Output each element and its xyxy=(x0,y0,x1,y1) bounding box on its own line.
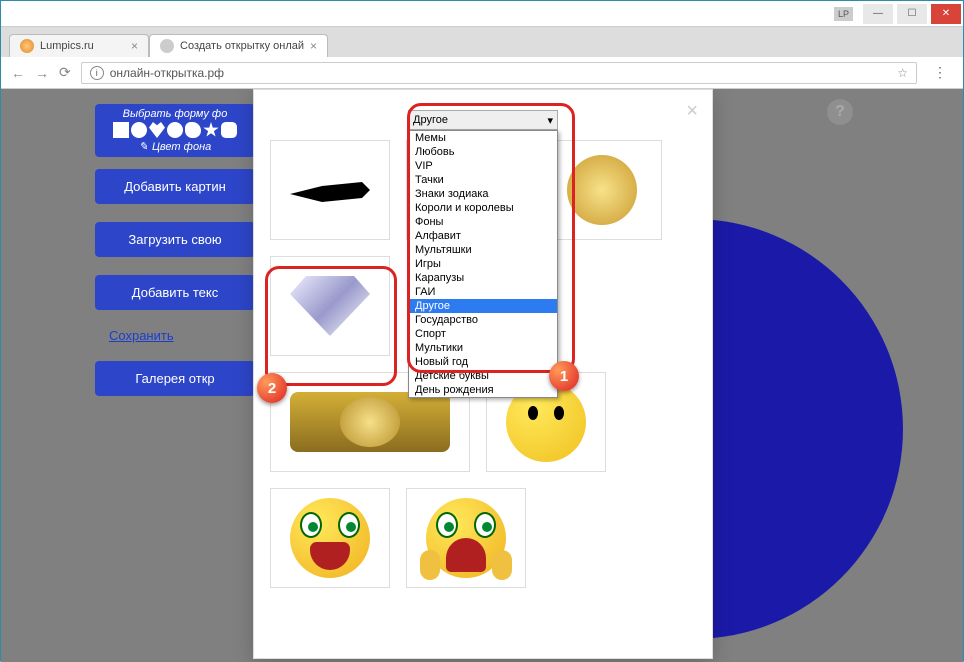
browser-window: LP — ☐ ✕ Lumpics.ru × Создать открытку о… xyxy=(0,0,964,661)
save-link[interactable]: Сохранить xyxy=(109,328,255,343)
image-option-emoji-scared[interactable] xyxy=(406,488,526,588)
page-content: ? Выбрать форму фо ✎ Цвет фона xyxy=(1,89,963,662)
gold-seal-icon xyxy=(567,155,637,225)
add-image-button[interactable]: Добавить картин xyxy=(95,169,255,204)
dropdown-option[interactable]: Государство xyxy=(409,313,557,327)
pencil-icon: ✎ xyxy=(139,140,148,153)
dropdown-option[interactable]: Алфавит xyxy=(409,229,557,243)
upload-own-button[interactable]: Загрузить свою xyxy=(95,222,255,257)
user-badge[interactable]: LP xyxy=(834,7,853,21)
window-titlebar: LP — ☐ ✕ xyxy=(1,1,963,27)
forward-button[interactable]: → xyxy=(35,65,49,81)
dropdown-option[interactable]: Мультики xyxy=(409,341,557,355)
shape-blob-icon[interactable] xyxy=(185,122,201,138)
annotation-badge-2: 2 xyxy=(257,373,287,403)
dropdown-option[interactable]: Новый год xyxy=(409,355,557,369)
browser-tab-postcard[interactable]: Создать открытку онлай × xyxy=(149,34,328,57)
window-minimize-button[interactable]: — xyxy=(863,4,893,24)
tab-strip: Lumpics.ru × Создать открытку онлай × xyxy=(1,27,963,57)
dropdown-option[interactable]: ГАИ xyxy=(409,285,557,299)
shape-selector-panel[interactable]: Выбрать форму фо ✎ Цвет фона xyxy=(95,104,255,157)
championship-belt-icon xyxy=(290,392,450,452)
diamond-icon xyxy=(290,276,370,336)
favicon-icon xyxy=(20,39,34,53)
emoji-surprised-icon xyxy=(290,498,370,578)
tab-title: Lumpics.ru xyxy=(40,40,94,52)
back-button[interactable]: ← xyxy=(11,65,25,81)
dropdown-option[interactable]: Карапузы xyxy=(409,271,557,285)
shape-misc-icon[interactable] xyxy=(221,122,237,138)
chevron-down-icon: ▾ xyxy=(547,114,553,127)
window-close-button[interactable]: ✕ xyxy=(931,4,961,24)
image-option-diamond[interactable] xyxy=(270,256,390,356)
background-color-link[interactable]: ✎ Цвет фона xyxy=(101,140,249,153)
dropdown-option[interactable]: VIP xyxy=(409,159,557,173)
dropdown-option[interactable]: День рождения xyxy=(409,383,557,397)
dropdown-option[interactable]: Детские буквы xyxy=(409,369,557,383)
shape-oval-icon[interactable] xyxy=(167,122,183,138)
shape-star-icon[interactable] xyxy=(203,122,219,138)
dropdown-option[interactable]: Игры xyxy=(409,257,557,271)
dropdown-option[interactable]: Фоны xyxy=(409,215,557,229)
favicon-icon xyxy=(160,39,174,53)
url-bar: ← → ⟳ i онлайн-открытка.рф ☆ ⋮ xyxy=(1,57,963,89)
category-dropdown[interactable]: Мемы Любовь VIP Тачки Знаки зодиака Коро… xyxy=(408,130,558,398)
modal-close-button[interactable]: × xyxy=(686,100,698,123)
shape-row xyxy=(101,122,249,138)
tab-close-icon[interactable]: × xyxy=(131,39,138,53)
window-maximize-button[interactable]: ☐ xyxy=(897,4,927,24)
select-value: Другое xyxy=(413,114,448,126)
browser-tab-lumpics[interactable]: Lumpics.ru × xyxy=(9,34,149,57)
tab-title: Создать открытку онлай xyxy=(180,40,304,52)
address-input[interactable]: i онлайн-открытка.рф ☆ xyxy=(81,62,917,84)
editor-sidebar: Выбрать форму фо ✎ Цвет фона Добавить ка… xyxy=(95,104,255,414)
browser-menu-button[interactable]: ⋮ xyxy=(927,64,953,81)
site-info-icon[interactable]: i xyxy=(90,66,104,80)
dropdown-option[interactable]: Короли и королевы xyxy=(409,201,557,215)
category-select[interactable]: Другое ▾ xyxy=(408,110,558,130)
helicopter-icon xyxy=(290,170,370,210)
dropdown-option[interactable]: Тачки xyxy=(409,173,557,187)
image-option-helicopter[interactable] xyxy=(270,140,390,240)
dropdown-option[interactable]: Мемы xyxy=(409,131,557,145)
tab-close-icon[interactable]: × xyxy=(310,39,317,53)
dropdown-option-selected[interactable]: Другое xyxy=(409,299,557,313)
dropdown-option[interactable]: Любовь xyxy=(409,145,557,159)
help-icon[interactable]: ? xyxy=(827,99,853,125)
bookmark-icon[interactable]: ☆ xyxy=(897,66,908,80)
reload-button[interactable]: ⟳ xyxy=(59,64,71,81)
shape-heart-icon[interactable] xyxy=(149,122,165,138)
image-picker-modal: × Другое ▾ Мемы Любовь VIP Тачки Знаки з… xyxy=(253,89,713,659)
image-option-emoji-surprised[interactable] xyxy=(270,488,390,588)
dropdown-option[interactable]: Спорт xyxy=(409,327,557,341)
gallery-button[interactable]: Галерея откр xyxy=(95,361,255,396)
shape-circle-icon[interactable] xyxy=(131,122,147,138)
annotation-badge-1: 1 xyxy=(549,361,579,391)
category-select-wrap: Другое ▾ Мемы Любовь VIP Тачки Знаки зод… xyxy=(408,110,558,130)
dropdown-option[interactable]: Мультяшки xyxy=(409,243,557,257)
emoji-scared-icon xyxy=(426,498,506,578)
shape-square-icon[interactable] xyxy=(113,122,129,138)
url-text: онлайн-открытка.рф xyxy=(110,66,224,80)
dropdown-option[interactable]: Знаки зодиака xyxy=(409,187,557,201)
image-option-gold-seal[interactable] xyxy=(542,140,662,240)
shape-panel-title: Выбрать форму фо xyxy=(101,108,249,120)
add-text-button[interactable]: Добавить текс xyxy=(95,275,255,310)
